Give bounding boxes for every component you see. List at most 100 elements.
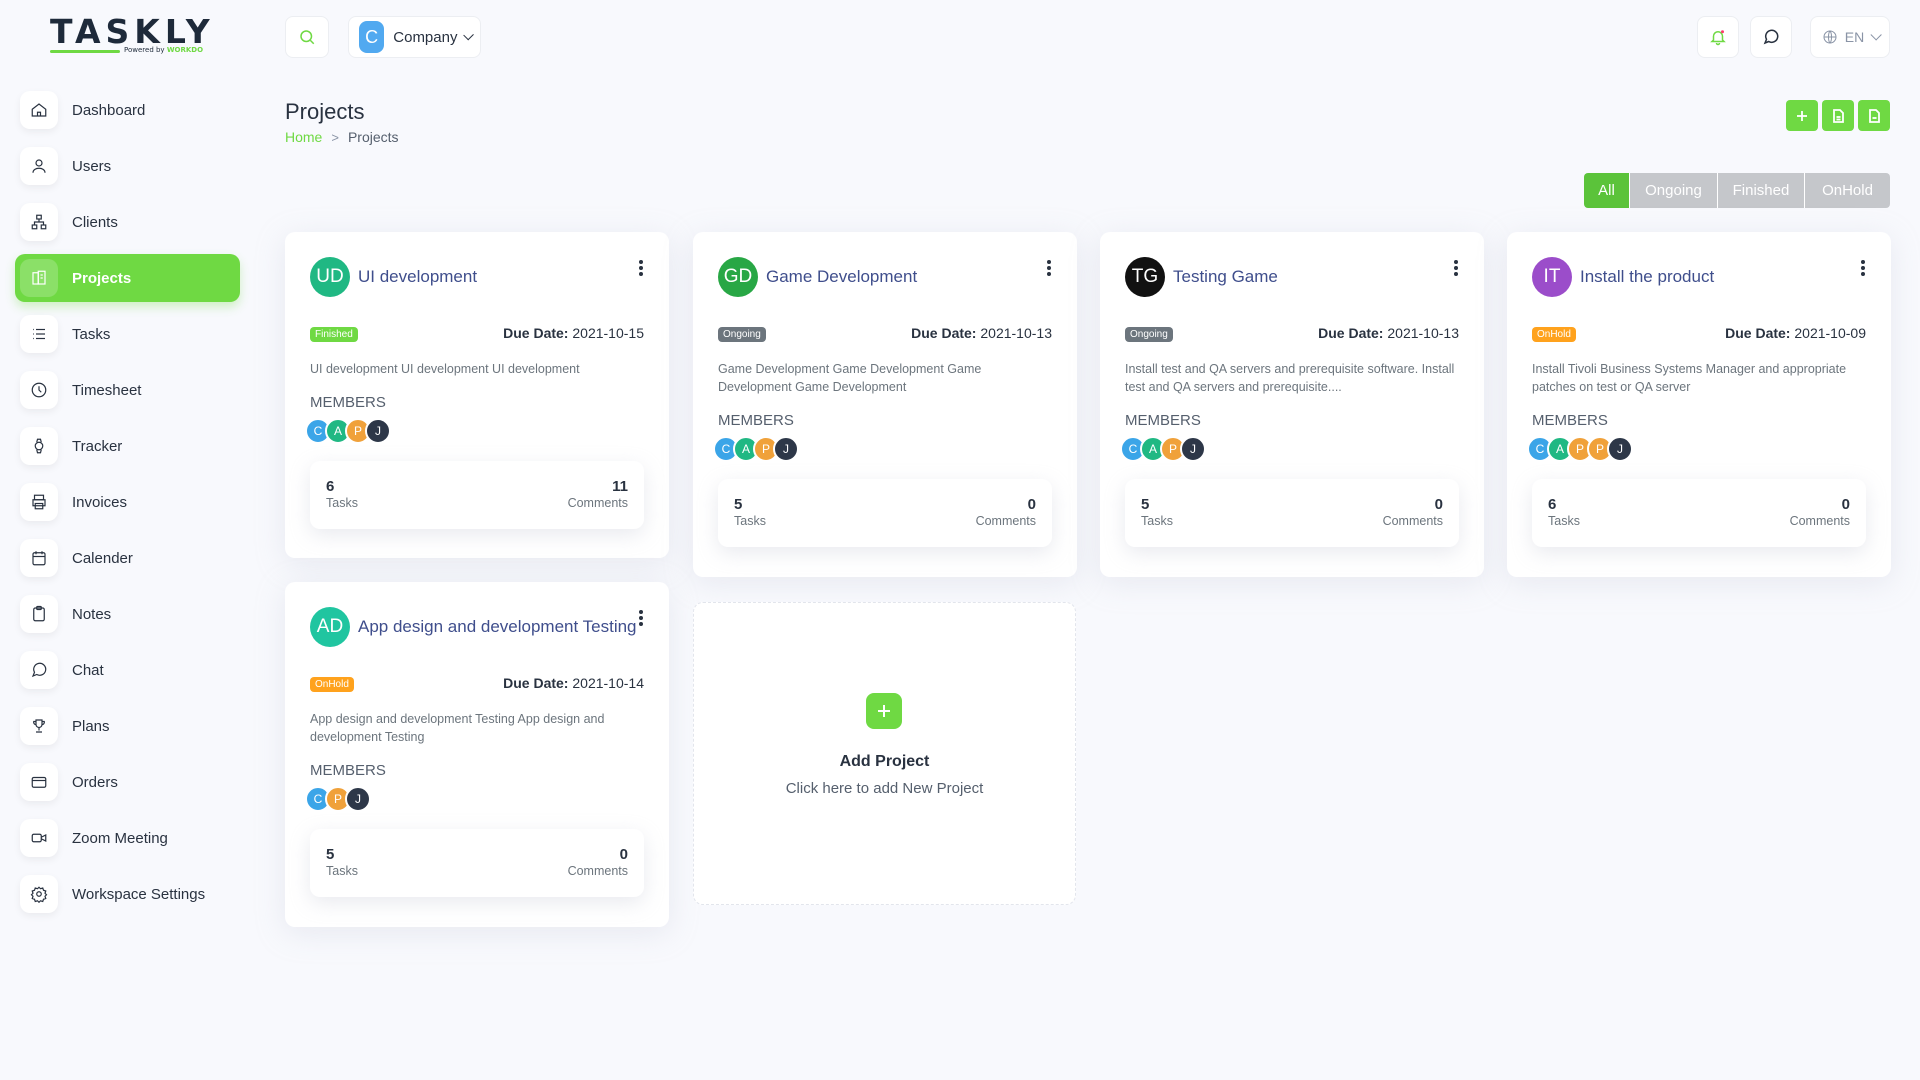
status-badge: Finished — [310, 327, 358, 342]
logo-powered-by: Powered by WORKDO — [124, 46, 204, 54]
filter-ongoing[interactable]: Ongoing — [1630, 173, 1718, 208]
project-header: TG Testing Game — [1125, 257, 1278, 297]
more-options-icon[interactable] — [1860, 258, 1866, 278]
add-project-subtitle: Click here to add New Project — [785, 780, 984, 797]
taskly-logo[interactable]: TASKLY Powered by WORKDO — [48, 12, 210, 58]
due-date: Due Date: 2021-10-13 — [1318, 325, 1459, 341]
search-button[interactable] — [285, 16, 329, 58]
status-badge: OnHold — [310, 677, 354, 692]
member-avatars: CAPJ — [713, 436, 799, 462]
member-avatars: CAPPJ — [1527, 436, 1633, 462]
sidebar-item-label: Chat — [72, 661, 104, 679]
member-avatar[interactable]: J — [773, 436, 799, 462]
project-stats: 5 Tasks 0 Comments — [718, 479, 1052, 547]
company-switcher[interactable]: C Company — [348, 16, 481, 58]
home-icon — [20, 91, 58, 129]
member-avatars: CAPJ — [1120, 436, 1206, 462]
printer-icon — [20, 483, 58, 521]
member-avatars: CPJ — [305, 786, 371, 812]
members-label: MEMBERS — [718, 412, 794, 429]
language-switcher[interactable]: EN — [1810, 16, 1890, 58]
file-import-icon — [1832, 108, 1844, 123]
tasks-label: Tasks — [1548, 514, 1580, 528]
credit-card-icon — [20, 763, 58, 801]
sidebar-item-clients[interactable]: Clients — [15, 198, 240, 246]
comments-count: 0 — [619, 846, 628, 863]
comments-label: Comments — [975, 514, 1036, 528]
breadcrumb-home[interactable]: Home — [285, 129, 322, 145]
member-avatar[interactable]: J — [1607, 436, 1633, 462]
tasks-label: Tasks — [326, 496, 358, 510]
members-label: MEMBERS — [310, 394, 386, 411]
export-button[interactable] — [1858, 100, 1890, 131]
tasks-label: Tasks — [326, 864, 358, 878]
sidebar-item-tracker[interactable]: Tracker — [15, 422, 240, 470]
sidebar-item-notes[interactable]: Notes — [15, 590, 240, 638]
sidebar-item-dashboard[interactable]: Dashboard — [15, 86, 240, 134]
filter-finished[interactable]: Finished — [1718, 173, 1805, 208]
tasks-label: Tasks — [734, 514, 766, 528]
sidebar-item-users[interactable]: Users — [15, 142, 240, 190]
filter-all[interactable]: All — [1584, 173, 1630, 208]
company-name: Company — [393, 28, 458, 46]
project-title[interactable]: UI development — [358, 267, 477, 287]
chevron-down-icon — [463, 29, 474, 41]
project-avatar: AD — [310, 607, 350, 647]
project-stats: 6 Tasks 0 Comments — [1532, 479, 1866, 547]
comments-count: 0 — [1027, 496, 1036, 513]
member-avatar[interactable]: J — [345, 786, 371, 812]
project-card: GD Game Development Ongoing Due Date: 2021-… — [693, 232, 1077, 577]
sidebar-item-calender[interactable]: Calender — [15, 534, 240, 582]
add-project-title: Add Project — [839, 753, 930, 770]
sidebar-item-tasks[interactable]: Tasks — [15, 310, 240, 358]
import-button[interactable] — [1822, 100, 1854, 131]
messages-button[interactable] — [1750, 16, 1792, 58]
create-project-button[interactable] — [1786, 100, 1818, 131]
sidebar-item-label: Tracker — [72, 437, 123, 455]
project-description: Install test and QA servers and prerequi… — [1125, 362, 1455, 394]
notifications-button[interactable] — [1697, 16, 1739, 58]
clock-icon — [20, 371, 58, 409]
member-avatar[interactable]: J — [1180, 436, 1206, 462]
sidebar-item-timesheet[interactable]: Timesheet — [15, 366, 240, 414]
project-card: TG Testing Game Ongoing Due Date: 2021-10-1… — [1100, 232, 1484, 577]
project-description: Install Tivoli Business Systems Manager … — [1532, 362, 1847, 394]
more-options-icon[interactable] — [638, 258, 644, 278]
project-title[interactable]: Install the product — [1580, 267, 1714, 287]
member-avatar[interactable]: J — [365, 418, 391, 444]
project-header: IT Install the product — [1532, 257, 1714, 297]
sidebar-item-chat[interactable]: Chat — [15, 646, 240, 694]
comments-label: Comments — [1789, 514, 1850, 528]
more-options-icon[interactable] — [1453, 258, 1459, 278]
tasks-count: 5 — [1141, 496, 1150, 513]
project-title[interactable]: Testing Game — [1173, 267, 1278, 287]
sidebar-item-label: Clients — [72, 213, 118, 231]
add-project-card[interactable]: Add Project Click here to add New Projec… — [693, 602, 1076, 905]
more-options-icon[interactable] — [1046, 258, 1052, 278]
sidebar-item-label: Workspace Settings — [72, 885, 206, 903]
globe-icon — [1823, 30, 1837, 44]
sidebar-item-orders[interactable]: Orders — [15, 758, 240, 806]
comments-label: Comments — [1382, 514, 1443, 528]
more-options-icon[interactable] — [638, 608, 644, 628]
filter-onhold[interactable]: OnHold — [1805, 173, 1890, 208]
project-header: AD App design and development Testing — [310, 607, 637, 647]
project-title[interactable]: App design and development Testing — [358, 617, 637, 637]
project-avatar: UD — [310, 257, 350, 297]
video-icon — [20, 819, 58, 857]
comments-label: Comments — [567, 864, 628, 878]
project-card: IT Install the product OnHold Due Date: 202… — [1507, 232, 1891, 577]
sidebar-item-plans[interactable]: Plans — [15, 702, 240, 750]
project-title[interactable]: Game Development — [766, 267, 917, 287]
comments-count: 11 — [612, 478, 628, 495]
sidebar-item-workspace-settings[interactable]: Workspace Settings — [15, 870, 240, 918]
members-label: MEMBERS — [310, 762, 386, 779]
sidebar-item-zoom-meeting[interactable]: Zoom Meeting — [15, 814, 240, 862]
calendar-icon — [20, 539, 58, 577]
sidebar-item-projects[interactable]: Projects — [15, 254, 240, 302]
message-icon — [20, 651, 58, 689]
chat-bubble-icon — [1763, 29, 1779, 45]
comments-count: 0 — [1434, 496, 1443, 513]
sidebar-item-invoices[interactable]: Invoices — [15, 478, 240, 526]
add-project-button[interactable] — [866, 693, 902, 729]
